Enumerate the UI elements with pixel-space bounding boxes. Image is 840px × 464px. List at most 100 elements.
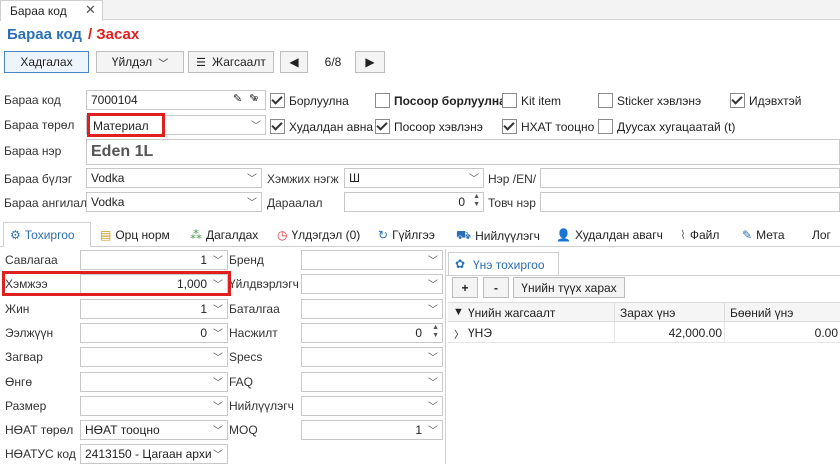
setting-input[interactable]: 1 ﹀ [80, 298, 228, 319]
check-active[interactable]: Идэвхтэй [730, 93, 801, 108]
chevron-down-icon: ﹀ [247, 174, 257, 185]
table-row[interactable]: 〉 ҮНЭ 42,000.00 0.00 [448, 323, 840, 343]
list-button[interactable]: ☰ Жагсаалт [188, 51, 274, 73]
close-icon[interactable]: ✕ [85, 2, 96, 18]
chevron-down-icon[interactable]: ﹀ [213, 325, 223, 340]
check-expiry[interactable]: Дуусах хугацаатай (t) [598, 119, 735, 134]
add-price-button[interactable]: + [452, 277, 478, 298]
chevron-down-icon: ﹀ [251, 121, 261, 132]
check-vat-box[interactable] [502, 119, 517, 134]
setting-label: НӨАТ төрөл [5, 423, 74, 438]
col-price-list[interactable]: Үнийн жагсаалт [468, 306, 555, 320]
chevron-down-icon[interactable]: ﹀ [213, 422, 223, 437]
chevron-down-icon[interactable]: ﹀ [213, 398, 223, 413]
chevron-right-icon[interactable]: 〉 [454, 326, 464, 341]
chevron-down-icon[interactable]: ﹀ [428, 301, 438, 316]
tab-label: Орц норм [115, 228, 170, 242]
category-select[interactable]: Vodka ﹀ [86, 192, 262, 212]
setting-input[interactable]: 2413150 - Цагаан архи ﹀ [80, 444, 228, 464]
price-tab[interactable]: ✿ Үнэ тохиргоо [448, 252, 559, 276]
check-expiry-box[interactable] [598, 119, 613, 134]
name-input[interactable]: Eden 1L [86, 139, 840, 165]
tab-3[interactable]: ◷ Үлдэгдэл (0) [277, 228, 360, 242]
check-pos-print[interactable]: Посоор хэвлэнэ [375, 119, 483, 134]
setting-input[interactable]: 1 ﹀ [80, 250, 228, 270]
setting-input[interactable]: ﹀ [301, 371, 443, 392]
chevron-down-icon[interactable]: ﹀ [213, 301, 223, 316]
setting-input[interactable]: ﹀ [301, 395, 443, 416]
check-pos-print-box[interactable] [375, 119, 390, 134]
tab-8[interactable]: ✎ Мета [742, 228, 785, 242]
check-sales[interactable]: Борлуулна [270, 93, 349, 108]
group-select[interactable]: Vodka ﹀ [86, 168, 262, 188]
check-kit-box[interactable] [502, 93, 517, 108]
short-name-label: Товч нэр [488, 196, 536, 210]
tab-9[interactable]: Лог [812, 228, 831, 242]
tab-6[interactable]: 👤 Худалдан авагч [556, 228, 663, 242]
action-dropdown-button[interactable]: Үйлдэл ﹀ [96, 51, 184, 73]
setting-input[interactable]: ﹀ [80, 371, 228, 392]
check-pos-sales[interactable]: Посоор борлуулна [375, 93, 506, 108]
check-kit[interactable]: Kit item [502, 93, 561, 108]
tab-2[interactable]: ⁂ Дагалдах [190, 228, 258, 242]
chevron-down-icon[interactable]: ﹀ [428, 422, 438, 437]
name-en-input[interactable] [540, 168, 840, 188]
edit-pen-icon[interactable]: ✎ [233, 92, 242, 105]
tab-1[interactable]: ▤ Орц норм [100, 228, 170, 242]
setting-input[interactable]: ﹀ [80, 347, 228, 368]
setting-label: Жин [5, 301, 30, 316]
chevron-down-icon[interactable]: ﹀ [213, 349, 223, 364]
setting-input[interactable]: ﹀ [301, 274, 443, 295]
chevron-down-icon[interactable]: ﹀ [213, 252, 223, 267]
setting-input[interactable]: ﹀ [301, 250, 443, 270]
col-wholesale-price[interactable]: Бөөний үнэ [730, 306, 793, 320]
setting-input[interactable]: 0 ﹀ [80, 322, 228, 343]
chevron-down-icon[interactable]: ﹀ [213, 446, 223, 461]
next-record-button[interactable]: ▶ [355, 51, 385, 73]
col-sell-price[interactable]: Зарах үнэ [620, 306, 675, 320]
setting-input[interactable]: ﹀ [80, 395, 228, 416]
chevron-down-icon[interactable]: ﹀ [428, 349, 438, 364]
tab-7[interactable]: ⌇ Файл [680, 228, 719, 242]
check-sales-box[interactable] [270, 93, 285, 108]
tab-4[interactable]: ↻ Гүйлгээ [378, 228, 435, 242]
spin-updown-icon[interactable]: ▲ ▼ [473, 193, 480, 209]
check-vat[interactable]: НХАТ тооцно [502, 119, 594, 134]
edit-icon[interactable]: ✎ [249, 92, 258, 105]
setting-label: Ээлжүүн [5, 325, 54, 340]
check-pos-sales-box[interactable] [375, 93, 390, 108]
check-purchase-box[interactable] [270, 119, 285, 134]
spin-updown-icon[interactable]: ▲ ▼ [432, 324, 439, 340]
chevron-down-icon[interactable]: ﹀ [428, 276, 438, 291]
setting-label: Насжилт [229, 325, 278, 340]
price-history-button[interactable]: Үнийн түүх харах [513, 277, 625, 298]
remove-price-button[interactable]: - [483, 277, 509, 298]
document-tab[interactable]: Бараа код ✕ [0, 0, 103, 21]
setting-input[interactable]: 0 ▲ ▼ [301, 322, 443, 343]
setting-input[interactable]: ﹀ [301, 298, 443, 319]
check-sticker-box[interactable] [598, 93, 613, 108]
chevron-down-icon[interactable]: ﹀ [428, 252, 438, 267]
chevron-down-icon: ﹀ [158, 58, 169, 70]
chevron-down-icon[interactable]: ﹀ [428, 398, 438, 413]
previous-record-button[interactable]: ◀ [280, 51, 308, 73]
tab-5[interactable]: ⛟ Нийлүүлэгч [456, 228, 540, 244]
short-name-input[interactable] [540, 192, 840, 212]
chevron-down-icon[interactable]: ﹀ [213, 374, 223, 389]
size-row-highlight [2, 271, 231, 296]
unit-select[interactable]: Ш ﹀ [344, 168, 484, 188]
caret-right-icon: ▶ [365, 55, 375, 69]
check-purchase[interactable]: Худалдан авна [270, 119, 373, 134]
setting-input[interactable]: 1 ﹀ [301, 420, 443, 441]
setting-input[interactable]: НӨАТ тооцно ﹀ [80, 420, 228, 441]
tab-0[interactable]: ⚙ Тохиргоо [10, 228, 75, 242]
chevron-down-icon[interactable]: ﹀ [428, 374, 438, 389]
check-sticker[interactable]: Sticker хэвлэнэ [598, 93, 701, 108]
tab-label: Файл [689, 228, 720, 242]
group-value: Vodka [91, 171, 125, 185]
save-button[interactable]: Хадгалах [4, 51, 89, 73]
check-active-box[interactable] [730, 93, 745, 108]
sequence-input[interactable]: 0 ▲ ▼ [344, 192, 484, 212]
filter-icon[interactable]: ▼ [453, 306, 464, 318]
setting-input[interactable]: ﹀ [301, 347, 443, 368]
